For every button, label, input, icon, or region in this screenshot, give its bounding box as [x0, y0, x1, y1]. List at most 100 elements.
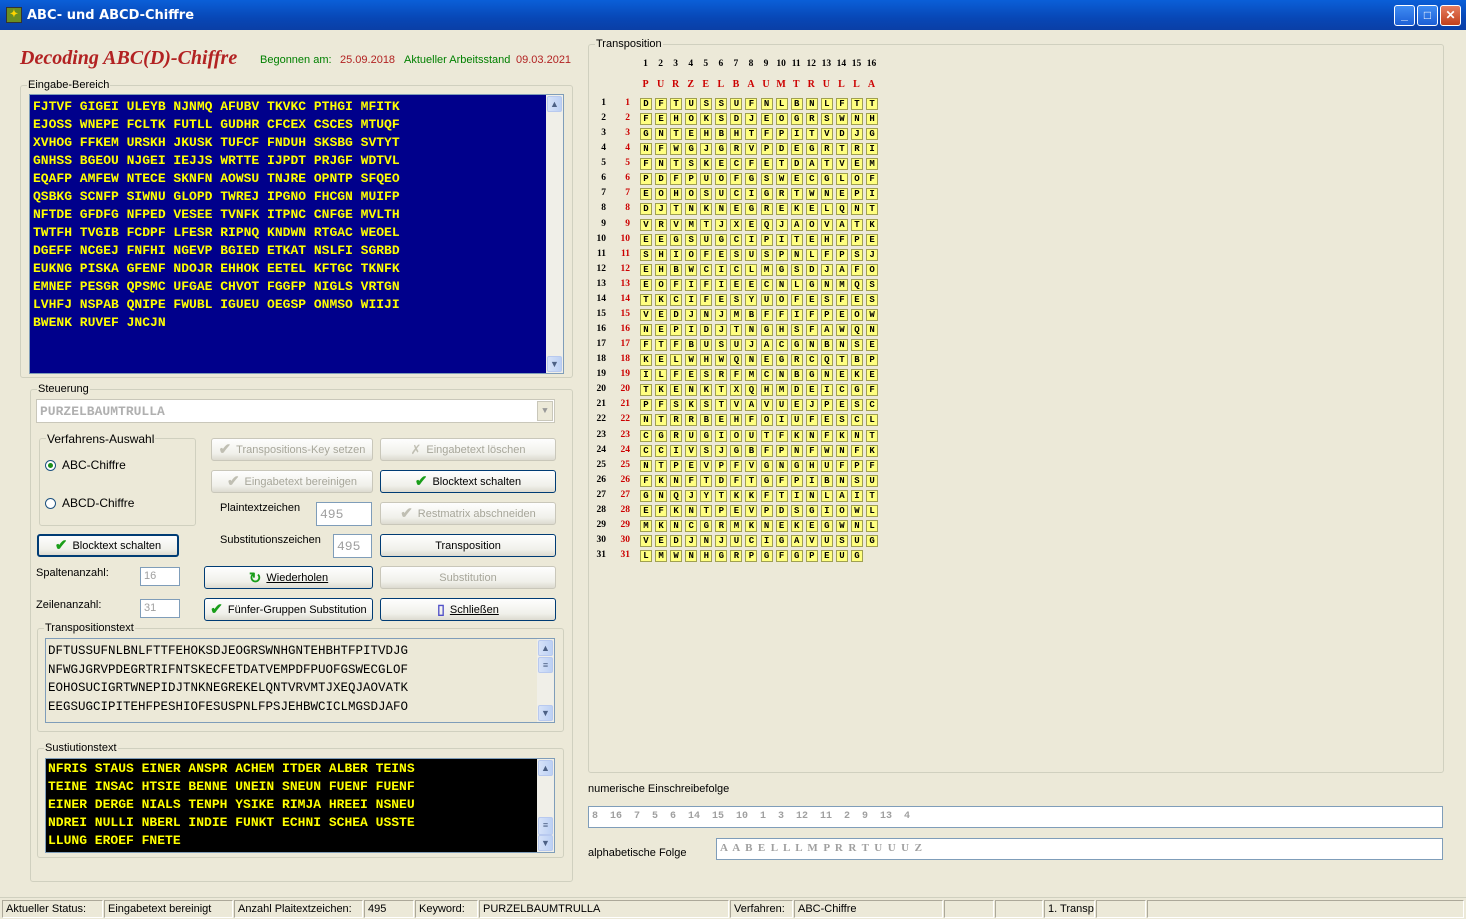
grid-cell: I — [820, 384, 833, 397]
grid-cell: F — [745, 98, 758, 110]
client-area: Decoding ABC(D)-Chiffre Begonnen am: 25.… — [3, 30, 1463, 897]
scroll-down-icon[interactable]: ▼ — [547, 356, 562, 372]
substitutionstext-textarea[interactable]: NFRIS STAUS EINER ANSPR ACHEM ITDER ALBE… — [45, 758, 555, 853]
grid-cell: J — [866, 248, 879, 261]
key-letter: R — [807, 79, 815, 90]
eingabetext-bereinigen-button[interactable]: ✔ Eingabetext bereinigen — [211, 470, 373, 493]
transpositions-key-button[interactable]: ✔ Transpositions-Key setzen — [211, 438, 373, 461]
transpositionstext-textarea[interactable]: DFTUSSUFNLBNLFTTFEHOKSDJEOGRSWNHGNTEHBHT… — [45, 638, 555, 723]
key-letter: A — [747, 79, 755, 90]
grid-cell: M — [866, 158, 879, 171]
grid-cell: E — [715, 158, 728, 171]
transposition-button[interactable]: Transposition — [380, 534, 556, 557]
grid-cell: G — [715, 233, 728, 246]
grid-cell: J — [715, 308, 728, 321]
grid-cell: J — [715, 444, 728, 457]
grid-cell: N — [670, 474, 683, 487]
grid-cell: L — [775, 98, 788, 110]
column-number: 5 — [703, 59, 709, 69]
grid-cell: K — [790, 519, 803, 532]
grid-cell: S — [715, 339, 728, 352]
grid-cell: F — [640, 158, 652, 171]
plaintext-label: Plaintextzeichen — [220, 502, 301, 514]
zeilen-field[interactable]: 31 — [140, 599, 180, 618]
transp-scrollbar[interactable]: ▲ ≡ ▼ — [537, 639, 554, 722]
scroll-thumb[interactable]: ≡ — [538, 657, 553, 673]
row-number-red: 19 — [620, 369, 631, 380]
row-number-red: 29 — [620, 519, 631, 530]
abc-radio[interactable] — [45, 460, 56, 471]
grid-cell: K — [655, 384, 668, 397]
grid-cell: J — [715, 324, 728, 337]
alphabetisch-field[interactable]: A A B E L L L M P R R T U U U Z — [716, 838, 1443, 860]
chevron-down-icon[interactable]: ▼ — [537, 401, 553, 421]
eingabetext-loeschen-button[interactable]: ✗ Eingabetext löschen — [380, 438, 556, 461]
text-row: QSBKG SCNFP SIWNU GLOPD TWREJ IPGNO FHCG… — [33, 189, 400, 204]
abcd-radio-label: ABCD-Chiffre — [62, 496, 135, 510]
grid-cell: Q — [850, 278, 863, 291]
abcd-radio[interactable] — [45, 498, 56, 509]
grid-cell: D — [655, 173, 668, 186]
grid-cell: N — [655, 128, 668, 141]
grid-cell: T — [775, 489, 788, 502]
row-number: 6 — [601, 173, 606, 184]
grid-cell: O — [775, 293, 788, 306]
text-row: EOHOSUCIGRTWNEPIDJTNKNEGREKELQNTVRVMTJXE… — [48, 681, 409, 695]
scroll-up-icon[interactable]: ▲ — [538, 640, 553, 656]
maximize-button[interactable]: □ — [1417, 5, 1438, 26]
minimize-button[interactable]: _ — [1394, 5, 1415, 26]
eingabe-scrollbar[interactable]: ▲ ▼ — [546, 95, 563, 373]
grid-cell: N — [760, 519, 773, 532]
grid-cell: U — [760, 293, 773, 306]
grid-cell: A — [745, 399, 758, 412]
close-button[interactable]: ✕ — [1440, 5, 1461, 26]
subst-scrollbar[interactable]: ▲ ≡ ▼ — [537, 759, 554, 852]
grid-cell: L — [655, 369, 668, 382]
numerisch-label: numerische Einschreibefolge — [588, 783, 730, 795]
wiederholen-button[interactable]: ↻ Wiederholen — [204, 566, 373, 589]
grid-cell: E — [715, 293, 728, 306]
window-title: ABC- und ABCD-Chiffre — [27, 8, 195, 23]
scroll-down-icon[interactable]: ▼ — [538, 835, 553, 851]
text-row: DFTUSSUFNLBNLFTTFEHOKSDJEOGRSWNHGNTEHBHT… — [48, 644, 409, 658]
stand-label: Aktueller Arbeitsstand — [404, 54, 511, 66]
grid-cell: A — [820, 324, 833, 337]
eingabe-textarea[interactable]: FJTVF GIGEI ULEYB NJNMQ AFUBV TKVKC PTHG… — [29, 94, 564, 374]
plaintext-count-field[interactable]: 495 — [316, 502, 372, 526]
text-row: EQAFP AMFEW NTECE SKNFN AOWSU TNJRE OPNT… — [33, 171, 400, 186]
numerisch-field[interactable]: 8 16 7 5 6 14 15 10 1 3 12 11 2 9 13 4 — [588, 806, 1443, 828]
grid-cell: I — [866, 143, 879, 156]
grid-cell: G — [805, 504, 818, 517]
scroll-up-icon[interactable]: ▲ — [547, 96, 562, 112]
restmatrix-button[interactable]: ✔ Restmatrix abschneiden — [380, 502, 556, 525]
grid-cell: I — [790, 308, 803, 321]
key-letter: U — [656, 79, 665, 90]
grid-cell: K — [640, 354, 652, 367]
row-number-red: 26 — [620, 474, 631, 485]
substitution-count-field[interactable]: 495 — [333, 534, 372, 558]
blocktext-schalten-button[interactable]: ✔ Blocktext schalten — [380, 470, 556, 493]
check-icon: ✔ — [226, 473, 240, 490]
scroll-thumb[interactable]: ≡ — [538, 817, 553, 835]
grid-cell: S — [866, 293, 879, 306]
grid-cell: E — [790, 399, 803, 412]
row-number: 29 — [596, 519, 607, 530]
grid-cell: C — [866, 399, 879, 412]
grid-cell: C — [775, 339, 788, 352]
spalten-field[interactable]: 16 — [140, 567, 180, 586]
grid-cell: L — [866, 504, 879, 517]
grid-cell: J — [715, 218, 728, 231]
scroll-up-icon[interactable]: ▲ — [538, 760, 553, 776]
blocktext-left-button[interactable]: ✔ Blocktext schalten — [37, 534, 179, 557]
schliessen-button[interactable]: ▯ Schließen — [380, 598, 556, 621]
scroll-down-icon[interactable]: ▼ — [538, 705, 553, 721]
fuenfer-button[interactable]: ✔ Fünfer-Gruppen Substitution — [204, 598, 373, 621]
grid-cell: P — [640, 173, 652, 186]
grid-cell: D — [670, 535, 683, 548]
grid-cell: G — [775, 354, 788, 367]
row-number-red: 1 — [625, 98, 630, 108]
substitution-button[interactable]: Substitution — [380, 566, 556, 589]
keyword-combobox[interactable]: PURZELBAUMTRULLA ▼ — [36, 399, 555, 423]
key-letter: U — [762, 79, 770, 90]
grid-cell: H — [730, 414, 743, 427]
